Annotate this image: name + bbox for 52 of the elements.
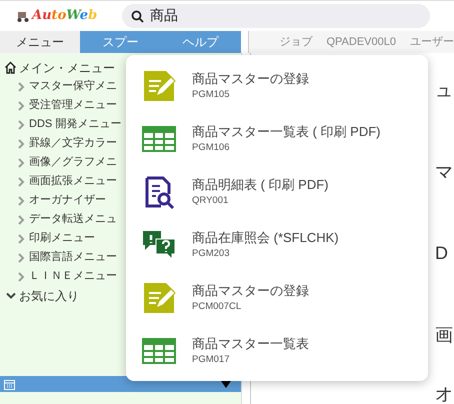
- calendar-icon[interactable]: [4, 378, 15, 390]
- document-pencil-icon: [142, 280, 176, 314]
- triangle-down-icon[interactable]: [221, 380, 231, 388]
- job-info-text: ユーザー: [410, 34, 454, 50]
- logo-text: AutoWeb: [32, 7, 98, 26]
- search-result-item[interactable]: 商品明細表 ( 印刷 PDF) QRY001: [142, 165, 428, 218]
- submenu-item[interactable]: DDS 開発メニュー: [29, 116, 122, 133]
- result-code: PCM007CL: [192, 300, 242, 314]
- submenu-item[interactable]: 画像／グラフメニ: [29, 154, 117, 171]
- menu-tab[interactable]: メニュー: [0, 31, 80, 53]
- document-pencil-icon: [142, 68, 176, 102]
- table-icon: [142, 338, 176, 364]
- result-title: 商品明細表 ( 印刷 PDF): [192, 176, 328, 194]
- search-result-item[interactable]: 商品在庫照会 (*SFLCHK) PGM203: [142, 218, 428, 271]
- submenu-item[interactable]: 画面拡張メニュー: [29, 173, 117, 190]
- submenu-item[interactable]: 国際言語メニュー: [29, 249, 117, 266]
- job-info-text: QPADEV00L0: [326, 34, 396, 50]
- table-icon: [142, 126, 176, 152]
- content-heading: 画: [435, 325, 453, 346]
- result-code: PGM203: [192, 247, 230, 262]
- submenu-item[interactable]: データ転送メニュ: [29, 211, 117, 228]
- scooter-icon: [16, 9, 30, 23]
- home-icon: [4, 61, 17, 74]
- speech-bubbles-icon: [142, 228, 176, 260]
- search-result-item[interactable]: 商品マスターの登録 PGM105: [142, 59, 428, 112]
- search-result-item[interactable]: 商品マスター一覧表 PGM017: [142, 324, 428, 377]
- submenu-item[interactable]: オーガナイザー: [29, 192, 106, 209]
- submenu-item[interactable]: 受注管理メニュー: [29, 97, 117, 114]
- submenu-item[interactable]: マスター保守メニ: [29, 78, 117, 95]
- content-heading: D: [435, 243, 448, 264]
- search-icon: [131, 10, 144, 23]
- search-result-item[interactable]: 商品マスター一覧表 ( 印刷 PDF) PGM106: [142, 112, 428, 165]
- content-heading: オ: [435, 383, 453, 404]
- submenu-item[interactable]: 罫線／文字カラー: [29, 135, 117, 152]
- result-code: PGM106: [192, 141, 230, 156]
- result-title: 商品マスターの登録: [192, 70, 309, 88]
- content-heading: マ: [435, 162, 453, 182]
- menu-root-item[interactable]: メイン・メニュー: [19, 58, 115, 76]
- submenu-item[interactable]: ＬＩＮＥメニュー: [29, 268, 117, 285]
- result-code: QRY001: [192, 194, 230, 208]
- result-title: 商品在庫照会 (*SFLCHK): [192, 228, 339, 247]
- submenu-item[interactable]: 印刷メニュー: [29, 230, 95, 247]
- result-code: PGM017: [192, 353, 230, 368]
- result-title: 商品マスター一覧表 ( 印刷 PDF): [192, 122, 380, 141]
- search-result-item[interactable]: 商品マスターの登録 PCM007CL: [142, 271, 428, 324]
- favorites-item[interactable]: お気に入り: [19, 286, 79, 304]
- search-field[interactable]: 商品: [122, 4, 430, 28]
- result-title: 商品マスター一覧表: [192, 334, 309, 353]
- result-title: 商品マスターの登録: [192, 282, 309, 300]
- result-code: PGM105: [192, 88, 230, 102]
- content-heading: ュ: [435, 80, 453, 100]
- job-info-text: ジョブ: [279, 34, 312, 50]
